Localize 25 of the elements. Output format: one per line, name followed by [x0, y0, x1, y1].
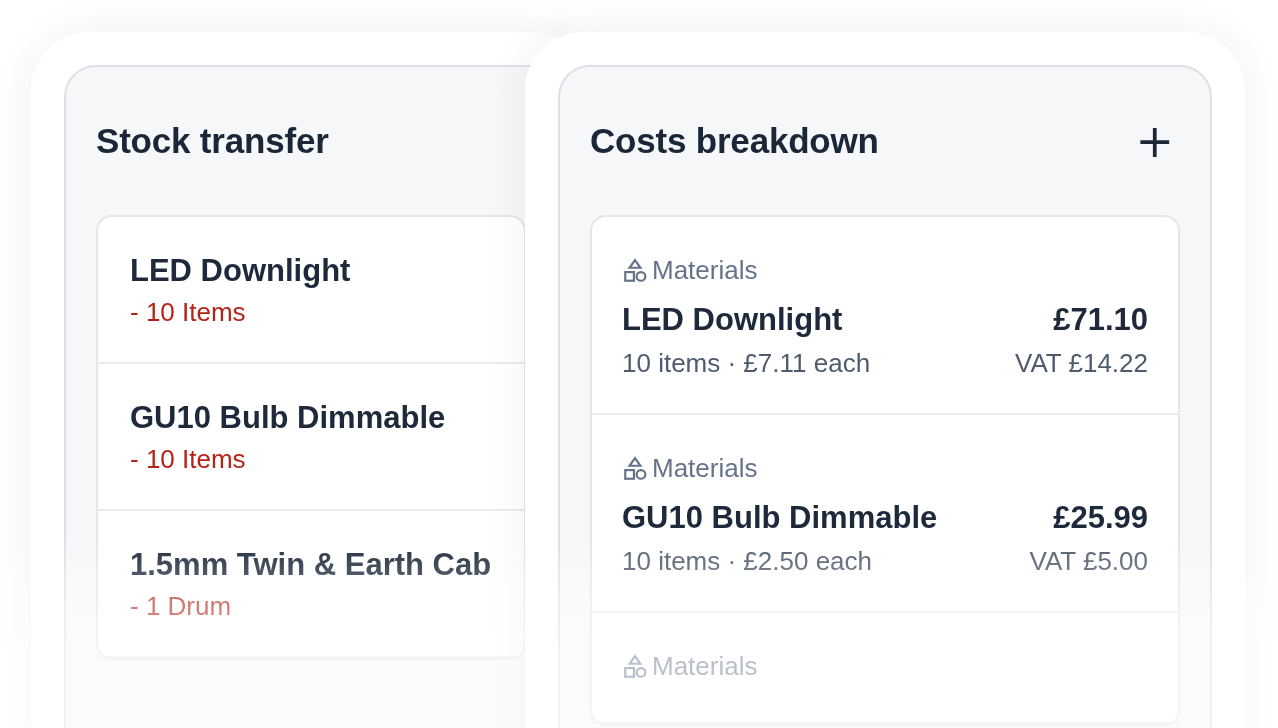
- cost-item[interactable]: Materials GU10 Bulb Dimmable £25.99 10 items · £2.50 each VAT £5.00: [592, 415, 1178, 613]
- item-detail: 10 items · £7.11 each: [622, 348, 871, 379]
- item-category: Materials: [652, 453, 758, 484]
- add-button[interactable]: +: [1129, 118, 1180, 164]
- item-category: Materials: [652, 255, 758, 286]
- item-name: LED Downlight: [130, 253, 352, 289]
- item-vat: VAT £14.22: [1015, 348, 1148, 379]
- item-name: 1.5mm Twin & Earth Cab: [130, 547, 492, 583]
- shapes-icon: [622, 257, 648, 284]
- shapes-icon: [622, 455, 648, 482]
- item-vat: VAT £5.00: [1029, 546, 1148, 577]
- item-name: GU10 Bulb Dimmable: [622, 500, 938, 536]
- cost-item[interactable]: Materials LED Downlight £71.10 10 items · £7.11 each VAT £14.22: [592, 217, 1178, 415]
- item-category: Materials: [652, 651, 758, 682]
- item-price: £71.10: [1053, 302, 1148, 338]
- item-price: £25.99: [1053, 500, 1148, 536]
- shapes-icon: [622, 653, 648, 680]
- item-detail: 10 items · £2.50 each: [622, 546, 873, 577]
- card-title: Costs breakdown: [590, 121, 879, 161]
- item-quantity: - 10 Items: [130, 444, 247, 475]
- card-title: Stock transfer: [96, 121, 329, 161]
- item-name: LED Downlight: [622, 302, 843, 338]
- item-quantity: - 10 Items: [130, 297, 247, 328]
- item-quantity: - 1 Drum: [130, 591, 233, 622]
- item-name: GU10 Bulb Dimmable: [130, 400, 447, 436]
